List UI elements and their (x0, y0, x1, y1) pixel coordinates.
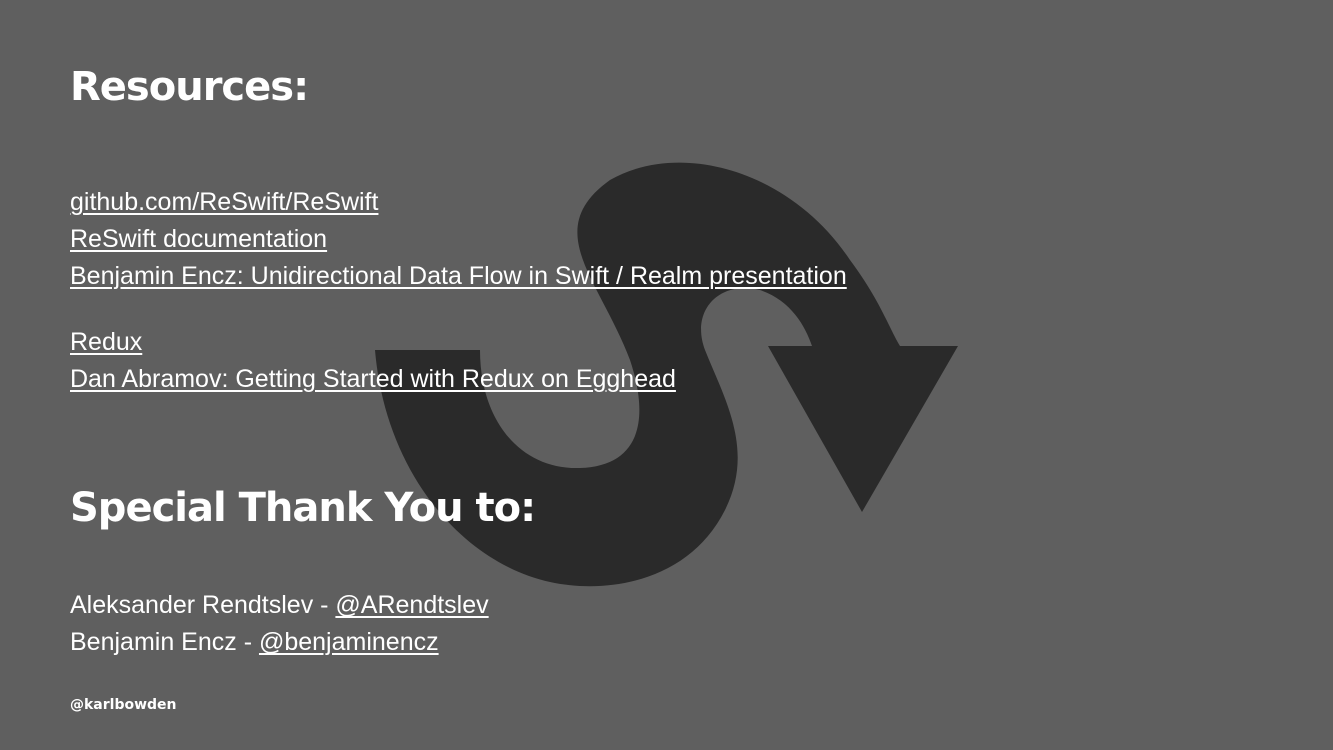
person-name: Aleksander Rendtslev - (70, 591, 336, 619)
link-reswift-github[interactable]: github.com/ReSwift/ReSwift (70, 184, 847, 221)
link-reswift-documentation[interactable]: ReSwift documentation (70, 221, 847, 258)
resources-links-primary: github.com/ReSwift/ReSwift ReSwift docum… (70, 184, 847, 295)
thanks-heading: Special Thank You to: (70, 485, 536, 531)
link-abramov-egghead[interactable]: Dan Abramov: Getting Started with Redux … (70, 361, 676, 398)
person-handle-link[interactable]: @benjaminencz (259, 628, 439, 656)
thanks-list: Aleksander Rendtslev - @ARendtslev Benja… (70, 587, 489, 661)
person-handle-link[interactable]: @ARendtslev (335, 591, 488, 619)
resources-heading: Resources: (70, 64, 309, 110)
link-redux[interactable]: Redux (70, 324, 676, 361)
thanks-row: Benjamin Encz - @benjaminencz (70, 624, 489, 661)
footer-handle: @karlbowden (70, 697, 177, 713)
person-name: Benjamin Encz - (70, 628, 259, 656)
thanks-row: Aleksander Rendtslev - @ARendtslev (70, 587, 489, 624)
resources-links-redux: Redux Dan Abramov: Getting Started with … (70, 324, 676, 398)
link-encz-presentation[interactable]: Benjamin Encz: Unidirectional Data Flow … (70, 258, 847, 295)
slide: Resources: github.com/ReSwift/ReSwift Re… (0, 0, 1333, 750)
